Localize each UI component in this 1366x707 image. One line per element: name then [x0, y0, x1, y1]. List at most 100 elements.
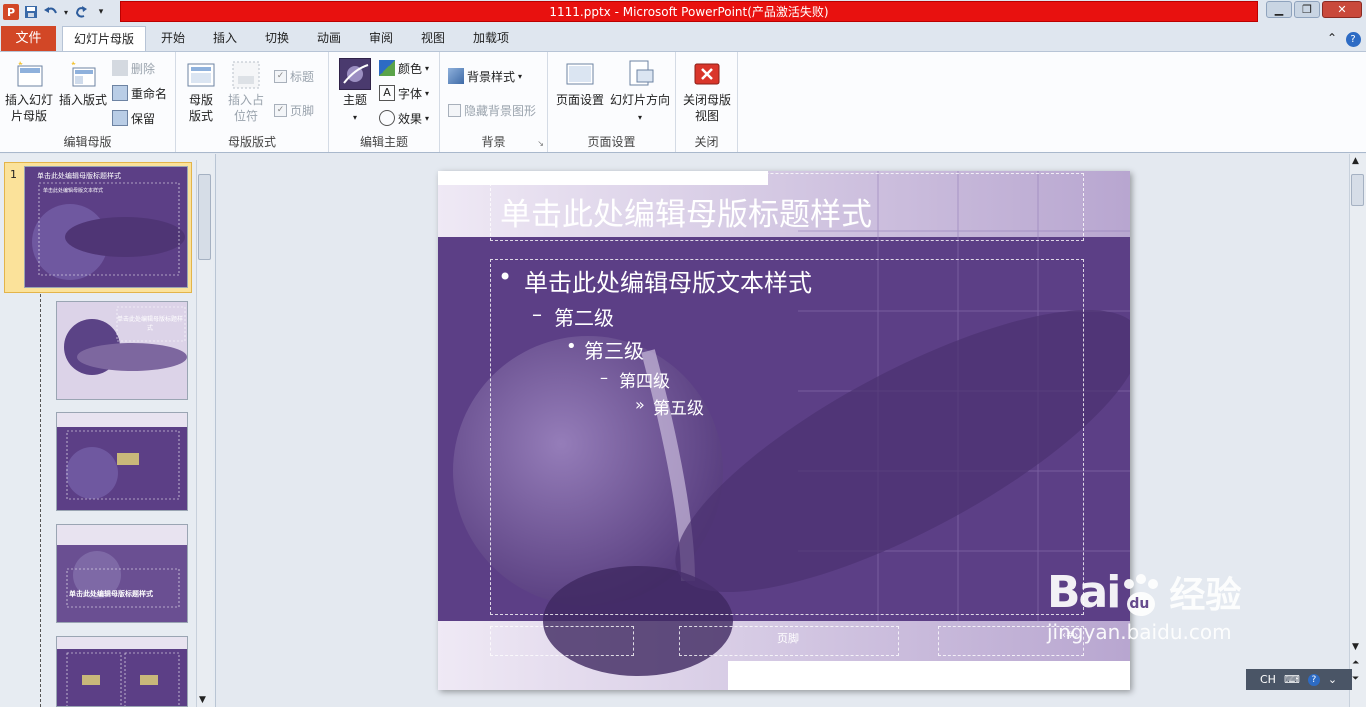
redo-icon[interactable] [72, 3, 90, 21]
tab-addins[interactable]: 加载项 [464, 26, 518, 51]
baidu-watermark: Bai du 经验 jingyan.baidu.com [1047, 566, 1241, 644]
group-label-edit-master: 编辑母版 [63, 135, 112, 149]
group-master-layout: 母版版式 插入占位符 ✓ 标题 ✓ 页脚 母版版式 [176, 52, 329, 152]
rename-button[interactable]: 重命名 [112, 83, 167, 103]
themes-label: 主题 [342, 93, 367, 107]
powerpoint-logo-icon: P [3, 4, 19, 20]
level4-bullet: – [600, 368, 608, 387]
maximize-button[interactable]: ❐ [1294, 1, 1320, 18]
close-master-view-label: 关闭母版视图 [682, 93, 731, 123]
close-master-view-icon [691, 58, 723, 90]
tab-view[interactable]: 视图 [412, 26, 454, 51]
thumbnail-slide-master[interactable]: 单击此处编辑母版标题样式 单击此处编辑母版文本样式 [24, 166, 188, 288]
slide-orientation-button[interactable]: 幻灯片方向 ▾ [608, 58, 672, 126]
insert-placeholder-button[interactable]: 插入占位符 [224, 58, 268, 124]
options-icon[interactable]: ⌄ [1328, 673, 1337, 686]
watermark-cn: 经验 [1169, 575, 1242, 616]
tab-home[interactable]: 开始 [152, 26, 194, 51]
date-placeholder[interactable] [490, 626, 634, 656]
orientation-dropdown-icon: ▾ [637, 113, 642, 122]
paw-icon: du [1119, 574, 1163, 618]
fonts-label: 字体 [398, 86, 423, 101]
app-icon[interactable]: P [2, 3, 20, 21]
title-checkbox-label: 标题 [290, 69, 315, 84]
ribbon: 插入幻灯片母版 插入版式 删除 重命名 保留 编辑母版 母版版式 插入占位符 ✓… [0, 51, 1366, 153]
effects-label: 效果 [398, 111, 423, 126]
thumbnail-scrollbar[interactable]: ▼ [196, 160, 213, 707]
thumbnail-layout-section[interactable]: 单击此处编辑母版标题样式 [56, 524, 188, 623]
effects-button[interactable]: 效果 ▾ [379, 108, 429, 128]
preserve-button[interactable]: 保留 [112, 108, 155, 128]
ime-help-icon[interactable]: ? [1307, 673, 1320, 686]
rename-icon [112, 85, 128, 101]
themes-button[interactable]: 主题 ▾ [337, 58, 373, 126]
footer-checkbox[interactable]: ✓ 页脚 [274, 100, 314, 120]
undo-icon[interactable] [42, 3, 60, 21]
help-icon[interactable]: ? [1344, 26, 1362, 51]
slide-master-preview[interactable]: 单击此处编辑母版标题样式 • 单击此处编辑母版文本样式 – 第二级 • 第三级 … [438, 171, 1130, 690]
thumbnail-layout-two-content[interactable] [56, 636, 188, 707]
scroll-up-icon[interactable]: ▲ [1352, 156, 1359, 166]
quick-access-toolbar: P ▾ ▾ [0, 0, 110, 24]
themes-icon [339, 58, 371, 90]
title-bar: P ▾ ▾ 1111.pptx - Microsoft PowerPoint(产… [0, 0, 1366, 24]
title-checkbox[interactable]: ✓ 标题 [274, 66, 314, 86]
canvas-scroll-thumb[interactable] [1351, 174, 1364, 206]
insert-slide-master-button[interactable]: 插入幻灯片母版 [4, 58, 56, 124]
close-master-view-button[interactable]: 关闭母版视图 [680, 58, 734, 124]
slide-orientation-icon [624, 58, 656, 90]
delete-icon [112, 60, 128, 76]
tab-review[interactable]: 审阅 [360, 26, 402, 51]
tab-slide-master[interactable]: 幻灯片母版 [62, 26, 146, 51]
group-label-close: 关闭 [694, 135, 719, 149]
scroll-down-canvas-icon[interactable]: ▼ [1352, 642, 1359, 652]
master-layout-icon [185, 58, 217, 90]
collapse-ribbon-icon[interactable]: ⌃ [1324, 26, 1340, 51]
delete-button[interactable]: 删除 [112, 58, 155, 78]
undo-dropdown-icon[interactable]: ▾ [62, 3, 70, 21]
page-setup-label: 页面设置 [555, 93, 604, 107]
tab-insert[interactable]: 插入 [204, 26, 246, 51]
thumbnail-pane[interactable]: 1 单击此处编辑母版标题样式 单击此处编辑母版文本样式 单击此处编辑母版标题样式… [0, 154, 216, 707]
insert-layout-button[interactable]: 插入版式 [58, 58, 108, 108]
keyboard-icon[interactable]: ⌨ [1284, 673, 1300, 686]
footer-checkbox-label: 页脚 [290, 103, 315, 118]
close-button[interactable]: ✕ [1322, 1, 1362, 18]
thumbnail-layout-content[interactable] [56, 412, 188, 511]
group-label-background: 背景 [481, 135, 506, 149]
page-setup-button[interactable]: 页面设置 [554, 58, 606, 108]
thumbnail-layout-title[interactable]: 单击此处编辑母版标题样式 [56, 301, 188, 400]
background-dialog-launcher-icon[interactable]: ↘ [537, 139, 544, 148]
canvas-scrollbar[interactable]: ▲ ▼ ⏶ ⏷ [1349, 154, 1366, 707]
customize-qat-icon[interactable]: ▾ [92, 3, 110, 21]
tab-file[interactable]: 文件 [1, 26, 56, 51]
group-edit-master: 插入幻灯片母版 插入版式 删除 重命名 保留 编辑母版 [0, 52, 176, 152]
thumb1-title: 单击此处编辑母版标题样式 [37, 172, 121, 180]
scroll-down-icon[interactable]: ▼ [199, 695, 206, 705]
tab-transitions[interactable]: 切换 [256, 26, 298, 51]
hide-background-checkbox[interactable]: 隐藏背景图形 [448, 100, 536, 120]
thumb1-body: 单击此处编辑母版文本样式 [43, 188, 104, 194]
page-setup-icon [564, 58, 596, 90]
group-label-page-setup: 页面设置 [587, 135, 636, 149]
tab-animations[interactable]: 动画 [308, 26, 350, 51]
minimize-button[interactable]: ▁ [1266, 1, 1292, 18]
window-title: 1111.pptx - Microsoft PowerPoint(产品激活失败) [120, 1, 1258, 22]
ime-label[interactable]: CH [1260, 673, 1276, 686]
next-slide-icon[interactable]: ⏷ [1352, 674, 1359, 684]
save-icon[interactable] [22, 3, 40, 21]
level3-bullet: • [566, 336, 577, 357]
language-bar[interactable]: CH ⌨ ? ⌄ [1246, 669, 1352, 690]
delete-label: 删除 [131, 61, 156, 76]
background-styles-button[interactable]: 背景样式 ▾ [448, 66, 522, 86]
colors-button[interactable]: 颜色 ▾ [379, 58, 429, 78]
title-check-icon: ✓ [274, 69, 287, 83]
colors-icon [379, 60, 395, 76]
background-styles-icon [448, 68, 464, 84]
group-label-edit-theme: 编辑主题 [359, 135, 408, 149]
master-layout-button[interactable]: 母版版式 [182, 58, 220, 124]
fonts-button[interactable]: A 字体 ▾ [379, 83, 429, 103]
level4-text: 第四级 [619, 372, 670, 392]
previous-slide-icon[interactable]: ⏶ [1352, 658, 1359, 668]
thumbnail-scroll-thumb[interactable] [198, 174, 211, 260]
